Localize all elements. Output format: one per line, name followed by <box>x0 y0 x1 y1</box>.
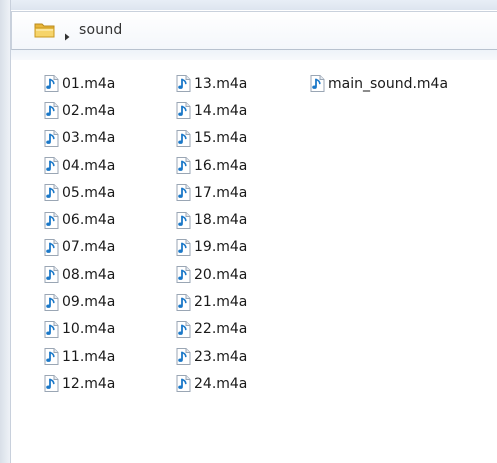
file-name: 18.m4a <box>194 212 248 229</box>
audio-file-icon <box>44 157 59 175</box>
audio-file-icon <box>176 129 191 147</box>
file-item[interactable]: 13.m4a <box>176 70 247 97</box>
file-item[interactable]: 07.m4a <box>44 234 115 261</box>
audio-file-icon <box>176 375 191 393</box>
file-name: 19.m4a <box>194 239 248 256</box>
file-item[interactable]: 08.m4a <box>44 261 115 288</box>
file-item[interactable]: 17.m4a <box>176 179 247 206</box>
explorer-window: sound 01.m4a 02.m4a 03.m4a 04.m4a 05.m4a 06.m… <box>0 0 497 463</box>
file-item[interactable]: 16.m4a <box>176 152 247 179</box>
file-name: 09.m4a <box>62 294 116 311</box>
file-item[interactable]: 05.m4a <box>44 179 115 206</box>
file-item[interactable]: 15.m4a <box>176 125 247 152</box>
audio-file-icon <box>176 211 191 229</box>
file-item[interactable]: 23.m4a <box>176 343 247 370</box>
window-left-frame <box>0 0 11 463</box>
audio-file-icon <box>176 293 191 311</box>
audio-file-icon <box>44 293 59 311</box>
file-item[interactable]: 01.m4a <box>44 70 115 97</box>
audio-file-icon <box>176 348 191 366</box>
file-column-3: main_sound.m4a <box>310 70 448 97</box>
file-list: 01.m4a 02.m4a 03.m4a 04.m4a 05.m4a 06.m4a 07.m… <box>11 60 497 463</box>
file-item[interactable]: 19.m4a <box>176 234 247 261</box>
audio-file-icon <box>44 375 59 393</box>
file-name: 20.m4a <box>194 266 248 283</box>
breadcrumb: sound <box>34 21 123 41</box>
file-name: 15.m4a <box>194 130 248 147</box>
file-name: 07.m4a <box>62 239 116 256</box>
file-item[interactable]: 22.m4a <box>176 316 247 343</box>
file-name: 03.m4a <box>62 130 116 147</box>
address-bar-spacer <box>11 50 497 60</box>
file-item[interactable]: 09.m4a <box>44 288 115 315</box>
audio-file-icon <box>44 211 59 229</box>
audio-file-icon <box>44 238 59 256</box>
file-name: 02.m4a <box>62 102 116 119</box>
file-item[interactable]: 18.m4a <box>176 206 247 233</box>
audio-file-icon <box>176 184 191 202</box>
file-name: 23.m4a <box>194 348 248 365</box>
audio-file-icon <box>176 238 191 256</box>
audio-file-icon <box>176 75 191 93</box>
breadcrumb-segment-sound[interactable]: sound <box>79 22 123 38</box>
file-name: 05.m4a <box>62 184 116 201</box>
file-name: 24.m4a <box>194 375 248 392</box>
folder-icon[interactable] <box>34 21 56 39</box>
file-item[interactable]: 03.m4a <box>44 125 115 152</box>
file-name: 11.m4a <box>62 348 116 365</box>
audio-file-icon <box>176 266 191 284</box>
file-item[interactable]: 11.m4a <box>44 343 115 370</box>
audio-file-icon <box>44 75 59 93</box>
file-name: main_sound.m4a <box>328 75 449 92</box>
audio-file-icon <box>44 266 59 284</box>
chevron-right-icon[interactable] <box>63 26 71 41</box>
audio-file-icon <box>44 348 59 366</box>
file-column-1: 01.m4a 02.m4a 03.m4a 04.m4a 05.m4a 06.m4a 07.m… <box>44 70 115 398</box>
audio-file-icon <box>44 102 59 120</box>
audio-file-icon <box>44 129 59 147</box>
file-name: 04.m4a <box>62 157 116 174</box>
file-name: 13.m4a <box>194 75 248 92</box>
file-item[interactable]: 21.m4a <box>176 288 247 315</box>
file-item[interactable]: 10.m4a <box>44 316 115 343</box>
file-name: 08.m4a <box>62 266 116 283</box>
file-item[interactable]: 06.m4a <box>44 206 115 233</box>
file-name: 12.m4a <box>62 375 116 392</box>
audio-file-icon <box>44 184 59 202</box>
file-item[interactable]: 14.m4a <box>176 97 247 124</box>
file-name: 21.m4a <box>194 294 248 311</box>
address-bar[interactable]: sound <box>11 11 497 50</box>
audio-file-icon <box>176 320 191 338</box>
file-name: 10.m4a <box>62 321 116 338</box>
file-name: 06.m4a <box>62 212 116 229</box>
file-item[interactable]: 04.m4a <box>44 152 115 179</box>
toolbar-top-strip <box>11 0 497 10</box>
file-name: 16.m4a <box>194 157 248 174</box>
audio-file-icon <box>44 320 59 338</box>
file-item[interactable]: 24.m4a <box>176 370 247 397</box>
file-name: 01.m4a <box>62 75 116 92</box>
file-item[interactable]: 12.m4a <box>44 370 115 397</box>
audio-file-icon <box>176 157 191 175</box>
file-item[interactable]: 20.m4a <box>176 261 247 288</box>
file-name: 17.m4a <box>194 184 248 201</box>
file-item[interactable]: main_sound.m4a <box>310 70 448 97</box>
file-name: 14.m4a <box>194 102 248 119</box>
audio-file-icon <box>176 102 191 120</box>
file-column-2: 13.m4a 14.m4a 15.m4a 16.m4a 17.m4a 18.m4a 19.m… <box>176 70 247 398</box>
file-name: 22.m4a <box>194 321 248 338</box>
file-item[interactable]: 02.m4a <box>44 97 115 124</box>
audio-file-icon <box>310 75 325 93</box>
